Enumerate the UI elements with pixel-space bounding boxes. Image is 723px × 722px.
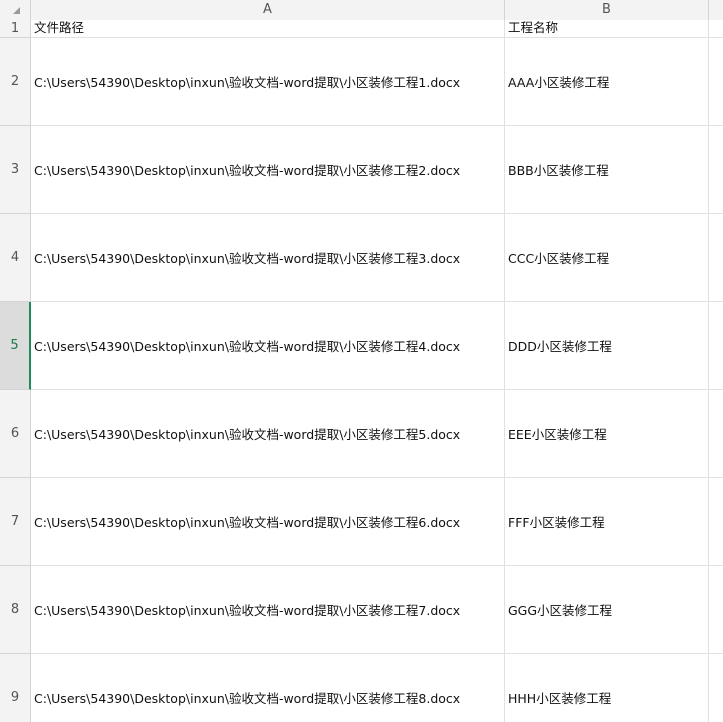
cell-a3[interactable]: C:\Users\54390\Desktop\inxun\验收文档-word提取…: [31, 126, 505, 214]
row-header-2[interactable]: 2: [0, 38, 31, 126]
cell-b5[interactable]: DDD小区装修工程: [505, 302, 709, 390]
cell-c4[interactable]: [709, 214, 723, 302]
cell-b9[interactable]: HHH小区装修工程: [505, 654, 709, 722]
row-header-8[interactable]: 8: [0, 566, 31, 654]
select-all-corner[interactable]: [0, 0, 31, 20]
cell-a2[interactable]: C:\Users\54390\Desktop\inxun\验收文档-word提取…: [31, 38, 505, 126]
column-header-b[interactable]: B: [505, 0, 709, 20]
row-header-7[interactable]: 7: [0, 478, 31, 566]
cell-b6[interactable]: EEE小区装修工程: [505, 390, 709, 478]
spreadsheet: A B 1 文件路径 工程名称 2 C:\Users\54390\Desktop\…: [0, 0, 723, 722]
cell-c3[interactable]: [709, 126, 723, 214]
cell-a4[interactable]: C:\Users\54390\Desktop\inxun\验收文档-word提取…: [31, 214, 505, 302]
cell-c8[interactable]: [709, 566, 723, 654]
cell-c6[interactable]: [709, 390, 723, 478]
row-header-6[interactable]: 6: [0, 390, 31, 478]
cell-a8[interactable]: C:\Users\54390\Desktop\inxun\验收文档-word提取…: [31, 566, 505, 654]
cell-b3[interactable]: BBB小区装修工程: [505, 126, 709, 214]
cell-c9[interactable]: [709, 654, 723, 722]
cell-a9[interactable]: C:\Users\54390\Desktop\inxun\验收文档-word提取…: [31, 654, 505, 722]
cell-b2[interactable]: AAA小区装修工程: [505, 38, 709, 126]
column-header-row: A B: [0, 0, 723, 20]
cell-a7[interactable]: C:\Users\54390\Desktop\inxun\验收文档-word提取…: [31, 478, 505, 566]
select-all-triangle-icon: [13, 7, 20, 14]
cell-b7[interactable]: FFF小区装修工程: [505, 478, 709, 566]
cell-c5[interactable]: [709, 302, 723, 390]
column-header-a[interactable]: A: [31, 0, 505, 20]
row-header-9[interactable]: 9: [0, 654, 31, 722]
cell-b1[interactable]: 工程名称: [505, 20, 709, 38]
cell-c2[interactable]: [709, 38, 723, 126]
row-header-1[interactable]: 1: [0, 20, 31, 38]
cell-b8[interactable]: GGG小区装修工程: [505, 566, 709, 654]
row-header-3[interactable]: 3: [0, 126, 31, 214]
cell-c7[interactable]: [709, 478, 723, 566]
cell-a5[interactable]: C:\Users\54390\Desktop\inxun\验收文档-word提取…: [31, 302, 505, 390]
cell-b4[interactable]: CCC小区装修工程: [505, 214, 709, 302]
column-header-c[interactable]: [709, 0, 723, 20]
cell-a6[interactable]: C:\Users\54390\Desktop\inxun\验收文档-word提取…: [31, 390, 505, 478]
cell-a1[interactable]: 文件路径: [31, 20, 505, 38]
row-header-4[interactable]: 4: [0, 214, 31, 302]
row-header-5[interactable]: 5: [0, 302, 31, 390]
cell-c1[interactable]: [709, 20, 723, 38]
